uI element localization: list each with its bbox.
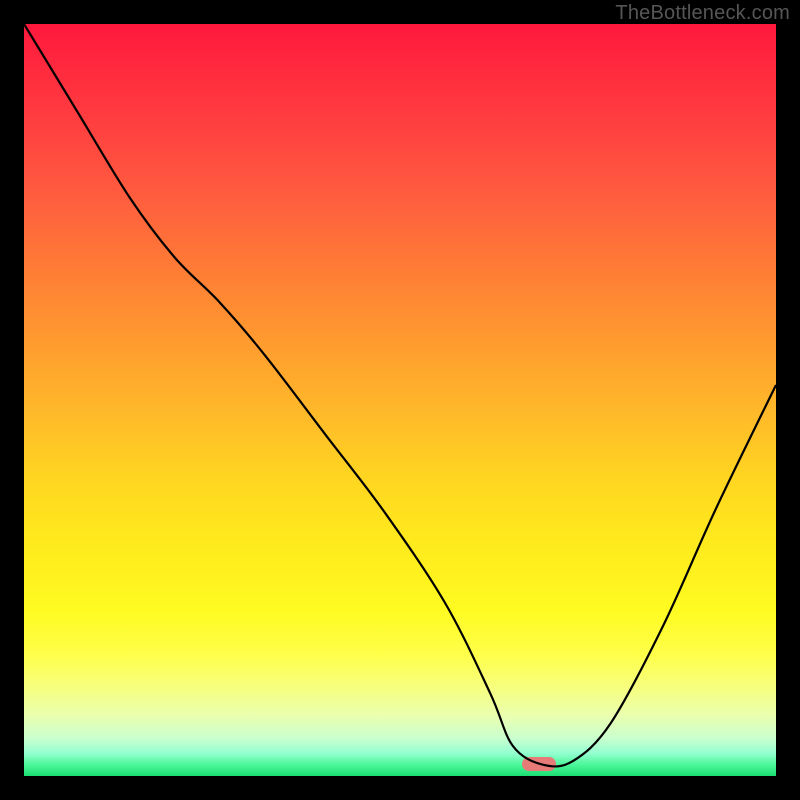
bottleneck-curve	[24, 24, 776, 776]
frame-border-bottom	[0, 776, 800, 800]
frame-border-left	[0, 0, 24, 800]
chart-frame: TheBottleneck.com	[0, 0, 800, 800]
frame-border-right	[776, 0, 800, 800]
watermark-text: TheBottleneck.com	[615, 2, 790, 25]
curve-path	[24, 24, 776, 766]
